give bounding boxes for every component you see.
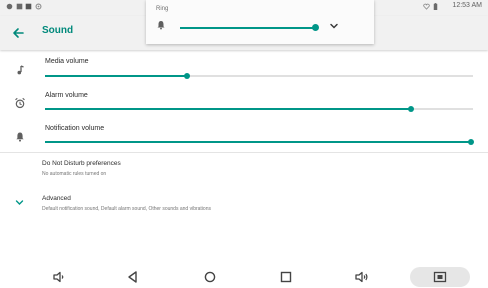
screenshot-icon[interactable] xyxy=(432,270,448,284)
notification-volume-fill xyxy=(45,141,473,143)
square-icon xyxy=(25,3,32,10)
status-clock: 12:53 AM xyxy=(452,2,482,9)
ring-label: Ring xyxy=(156,6,169,12)
dnd-preferences-row[interactable]: Do Not Disturb preferences No automatic … xyxy=(0,156,488,186)
back-triangle-icon[interactable] xyxy=(125,270,141,284)
battery-icon xyxy=(433,3,438,10)
arrow-left-icon[interactable] xyxy=(10,25,26,41)
bell-icon xyxy=(16,132,24,142)
ring-slider-thumb[interactable] xyxy=(312,24,319,31)
media-volume-row: Media volume xyxy=(0,55,488,83)
recents-square-icon[interactable] xyxy=(278,270,294,284)
circle-icon xyxy=(6,3,13,10)
page-title: Sound xyxy=(42,25,74,36)
ring-slider-track[interactable] xyxy=(180,27,314,29)
alarm-volume-thumb[interactable] xyxy=(408,106,414,112)
gear-icon xyxy=(35,3,42,10)
heart-icon xyxy=(423,3,430,10)
media-volume-thumb[interactable] xyxy=(184,73,190,79)
dnd-subtitle: No automatic rules turned on xyxy=(42,171,107,177)
divider xyxy=(0,152,488,153)
media-volume-label: Media volume xyxy=(45,58,89,65)
advanced-row[interactable]: Advanced Default notification sound, Def… xyxy=(0,190,488,218)
chevron-down-icon[interactable] xyxy=(329,22,339,30)
home-circle-icon[interactable] xyxy=(202,270,218,284)
notification-volume-label: Notification volume xyxy=(45,125,105,132)
alarm-volume-fill xyxy=(45,108,412,110)
volume-down-icon[interactable] xyxy=(51,270,67,284)
ring-volume-panel: Ring xyxy=(146,0,374,44)
dnd-title: Do Not Disturb preferences xyxy=(42,160,121,167)
square-icon xyxy=(16,3,23,10)
bell-icon[interactable] xyxy=(156,20,166,30)
navigation-bar xyxy=(0,266,488,288)
notification-volume-row: Notification volume xyxy=(0,121,488,149)
advanced-subtitle: Default notification sound, Default alar… xyxy=(42,206,211,212)
alarm-volume-label: Alarm volume xyxy=(45,92,88,99)
alarm-clock-icon xyxy=(15,97,25,109)
alarm-volume-row: Alarm volume xyxy=(0,88,488,116)
notification-volume-thumb[interactable] xyxy=(468,139,474,145)
volume-up-icon[interactable] xyxy=(353,270,369,284)
chevron-down-icon[interactable] xyxy=(15,199,24,206)
music-note-icon xyxy=(17,65,24,75)
advanced-title: Advanced xyxy=(42,195,71,202)
media-volume-fill xyxy=(45,75,186,77)
